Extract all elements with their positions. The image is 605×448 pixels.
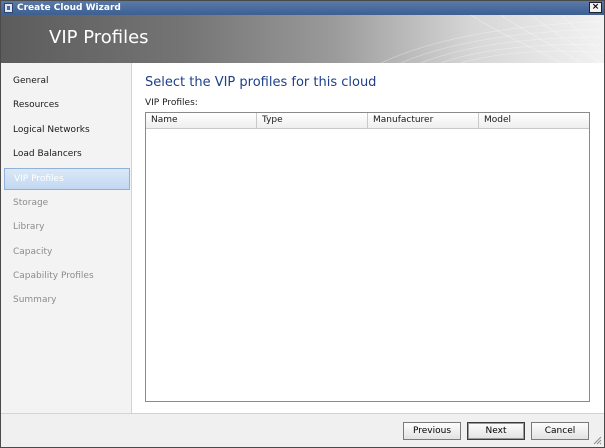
cancel-button[interactable]: Cancel <box>531 422 589 440</box>
vip-profiles-list[interactable]: Name Type Manufacturer Model <box>145 112 590 402</box>
sidebar-item-general[interactable]: General <box>4 70 130 92</box>
column-header-manufacturer[interactable]: Manufacturer <box>368 113 479 129</box>
vip-profiles-label: VIP Profiles: <box>145 98 198 108</box>
section-title: Select the VIP profiles for this cloud <box>145 75 377 90</box>
close-icon[interactable]: × <box>589 2 602 13</box>
wizard-steps-sidebar: General Resources Logical Networks Load … <box>1 63 132 413</box>
list-header: Name Type Manufacturer Model <box>146 113 589 129</box>
title-bar[interactable]: Create Cloud Wizard × <box>1 1 604 15</box>
wizard-window: Create Cloud Wizard × VIP Profiles Gener… <box>0 0 605 448</box>
window-title: Create Cloud Wizard <box>17 3 121 13</box>
sidebar-item-capacity: Capacity <box>13 247 53 257</box>
sidebar-item-library: Library <box>13 222 45 232</box>
column-header-type[interactable]: Type <box>257 113 368 129</box>
previous-button[interactable]: Previous <box>403 422 461 440</box>
main-content: Select the VIP profiles for this cloud V… <box>133 63 604 413</box>
sidebar-item-capability-profiles: Capability Profiles <box>13 271 94 281</box>
wizard-footer: Previous Next Cancel <box>1 413 604 447</box>
app-icon <box>4 3 13 13</box>
sidebar-item-logical-networks[interactable]: Logical Networks <box>4 119 130 141</box>
page-heading: VIP Profiles <box>49 27 149 48</box>
sidebar-item-load-balancers[interactable]: Load Balancers <box>4 143 130 165</box>
column-header-name[interactable]: Name <box>146 113 257 129</box>
column-header-model[interactable]: Model <box>479 113 589 129</box>
sidebar-item-vip-profiles[interactable]: VIP Profiles <box>4 168 130 190</box>
resize-grip-icon[interactable] <box>592 435 602 445</box>
sidebar-item-storage: Storage <box>13 198 49 208</box>
next-button[interactable]: Next <box>467 422 525 440</box>
sidebar-item-resources[interactable]: Resources <box>4 94 130 116</box>
wizard-banner: VIP Profiles <box>1 15 604 63</box>
sidebar-item-summary: Summary <box>13 295 57 305</box>
